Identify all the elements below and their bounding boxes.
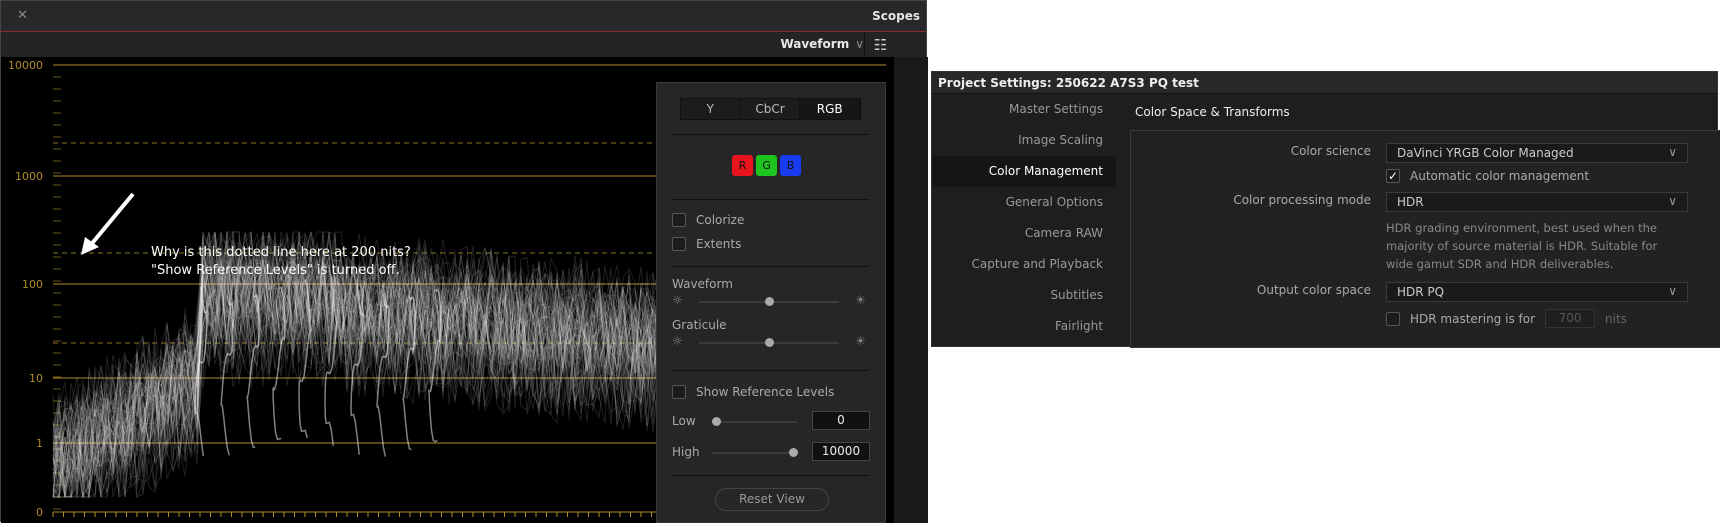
scopes-title: Scopes: [872, 9, 920, 23]
scopes-titlebar: ✕ Scopes: [1, 1, 926, 32]
scopes-right-strip: [894, 57, 928, 523]
annotation-line: "Show Reference Levels" is turned off.: [151, 263, 400, 278]
chevron-down-icon: ∨: [1668, 194, 1677, 208]
slider-handle[interactable]: [765, 338, 774, 347]
channel-g-toggle[interactable]: G: [756, 155, 777, 176]
colorize-checkbox[interactable]: Colorize: [672, 213, 744, 227]
high-value-input[interactable]: 10000: [812, 442, 870, 461]
chevron-down-icon: ∨: [1668, 145, 1677, 159]
divider: [672, 266, 869, 267]
annotation-arrow: [87, 192, 135, 249]
checkbox[interactable]: [1386, 311, 1400, 326]
scope-type-label: Waveform: [780, 37, 850, 51]
dropdown-value: DaVinci YRGB Color Managed: [1397, 146, 1574, 160]
channel-toggles: R G B: [732, 155, 801, 176]
waveform-brightness-slider[interactable]: [699, 297, 839, 306]
y-label: 10: [29, 372, 43, 385]
divider: [672, 199, 869, 200]
y-label: 100: [22, 278, 43, 291]
hdr-mastering-checkbox[interactable]: HDR mastering is for 700 nits: [1386, 309, 1627, 328]
extents-label: Extents: [696, 237, 742, 251]
high-slider[interactable]: [712, 448, 798, 457]
colorize-label: Colorize: [696, 213, 745, 227]
reset-view-button[interactable]: Reset View: [715, 488, 829, 511]
checkbox-label: HDR mastering is for: [1410, 311, 1536, 326]
tab-cbcr[interactable]: CbCr: [741, 99, 801, 119]
sun-dim-icon: ☼: [672, 334, 683, 348]
checkbox[interactable]: [672, 385, 686, 399]
sidebar-item-image-scaling[interactable]: Image Scaling: [932, 125, 1116, 156]
graticule-brightness-slider[interactable]: [699, 338, 839, 347]
channel-b-toggle[interactable]: B: [780, 155, 801, 176]
low-slider[interactable]: [712, 417, 797, 426]
color-science-label: Color science: [1290, 144, 1371, 158]
y-label: 0: [36, 506, 43, 519]
automatic-color-management-checkbox[interactable]: ✓ Automatic color management: [1386, 169, 1589, 183]
section-title: Color Space & Transforms: [1135, 105, 1290, 119]
sliders-icon[interactable]: ☷: [864, 33, 896, 57]
sidebar-item-camera-raw[interactable]: Camera RAW: [932, 218, 1116, 249]
sidebar-item-color-management[interactable]: Color Management: [932, 156, 1116, 187]
color-processing-mode-dropdown[interactable]: HDR ∨: [1386, 192, 1688, 212]
checkbox[interactable]: [672, 237, 686, 251]
sidebar-item-master-settings[interactable]: Master Settings: [932, 94, 1116, 125]
dropdown-value: HDR: [1397, 195, 1424, 209]
output-color-space-dropdown[interactable]: HDR PQ ∨: [1386, 282, 1688, 302]
sun-bright-icon: ☀: [855, 293, 866, 307]
tab-rgb[interactable]: RGB: [800, 99, 861, 119]
waveform-brightness-label: Waveform: [672, 277, 733, 291]
check-icon[interactable]: ✓: [1386, 169, 1400, 183]
checkbox[interactable]: [672, 213, 686, 227]
close-icon[interactable]: ✕: [17, 8, 28, 23]
scopes-toolbar: Waveform ∨ ☷: [1, 33, 926, 57]
mastering-nits-input[interactable]: 700: [1545, 309, 1596, 328]
scopes-panel: ✕ Scopes Waveform ∨ ☷ 10000 1000 100 10 1…: [0, 0, 928, 523]
project-settings-panel: Project Settings: 250622 A7S3 PQ test Ma…: [931, 71, 1720, 348]
channel-r-toggle[interactable]: R: [732, 155, 753, 176]
high-label: High: [672, 445, 700, 459]
color-space-section: Color science DaVinci YRGB Color Managed…: [1130, 130, 1720, 348]
settings-sidebar: Master Settings Image Scaling Color Mana…: [932, 94, 1116, 342]
chevron-down-icon: ∨: [855, 37, 864, 51]
slider-handle[interactable]: [789, 448, 798, 457]
color-science-dropdown[interactable]: DaVinci YRGB Color Managed ∨: [1386, 143, 1688, 163]
annotation-line: Why is this dotted line here at 200 nits…: [151, 245, 411, 260]
low-label: Low: [672, 414, 696, 428]
sidebar-item-fairlight[interactable]: Fairlight: [932, 311, 1116, 342]
y-label: 10000: [8, 59, 43, 72]
y-label: 1: [36, 437, 43, 450]
divider: [672, 475, 869, 476]
sidebar-item-general-options[interactable]: General Options: [932, 187, 1116, 218]
low-value-input[interactable]: 0: [812, 411, 870, 430]
sidebar-item-subtitles[interactable]: Subtitles: [932, 280, 1116, 311]
scope-type-dropdown[interactable]: Waveform ∨: [780, 37, 864, 51]
divider: [672, 134, 869, 135]
nits-unit: nits: [1605, 311, 1627, 326]
graticule-brightness-label: Graticule: [672, 318, 727, 332]
component-tabs: Y CbCr RGB: [680, 98, 861, 120]
waveform-settings-popover: Y CbCr RGB R G B Colorize Extents Wavefo…: [656, 82, 886, 523]
sidebar-item-capture-playback[interactable]: Capture and Playback: [932, 249, 1116, 280]
show-reference-levels-label: Show Reference Levels: [696, 385, 835, 399]
sun-dim-icon: ☼: [672, 293, 683, 307]
annotation-text: Why is this dotted line here at 200 nits…: [151, 244, 411, 280]
processing-mode-description: HDR grading environment, best used when …: [1386, 221, 1658, 271]
project-settings-title: Project Settings: 250622 A7S3 PQ test: [932, 72, 1717, 94]
output-color-space-label: Output color space: [1256, 283, 1371, 297]
color-processing-mode-label: Color processing mode: [1233, 193, 1371, 207]
slider-handle[interactable]: [765, 297, 774, 306]
divider: [672, 370, 869, 371]
sun-bright-icon: ☀: [855, 334, 866, 348]
slider-handle[interactable]: [712, 417, 721, 426]
extents-checkbox[interactable]: Extents: [672, 237, 741, 251]
tab-y[interactable]: Y: [681, 99, 741, 119]
chevron-down-icon: ∨: [1668, 284, 1677, 298]
dropdown-value: HDR PQ: [1397, 285, 1445, 299]
checkbox-label: Automatic color management: [1410, 169, 1590, 183]
y-label: 1000: [15, 170, 43, 183]
show-reference-levels-checkbox[interactable]: Show Reference Levels: [672, 385, 834, 399]
